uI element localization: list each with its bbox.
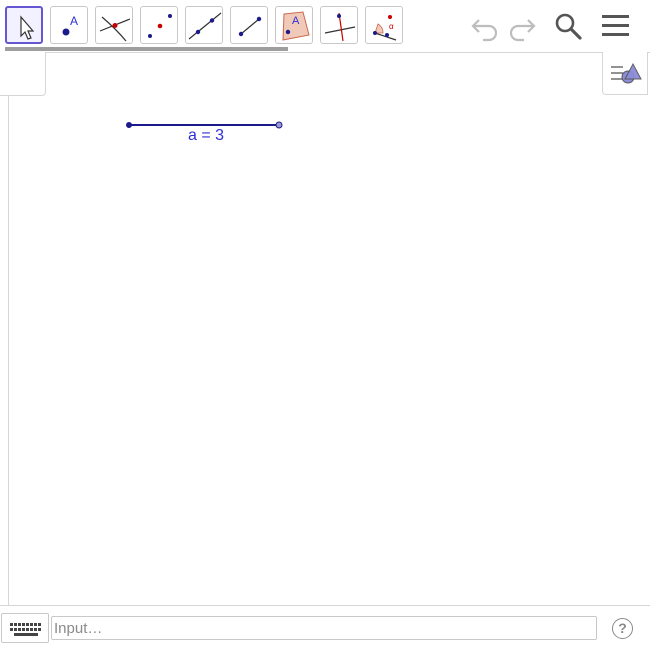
angle-tool-label: α [389,22,394,31]
input-field[interactable] [51,616,597,640]
midpoint-icon [148,14,172,38]
angle-icon: α [373,15,397,41]
midpoint-tool-button[interactable] [140,6,178,44]
intersect-tool-button[interactable] [95,6,133,44]
segment-endpoint-start[interactable] [126,122,132,128]
graphics-view[interactable] [9,53,650,605]
perpendicular-icon [324,12,356,42]
redo-icon [509,19,536,42]
segment-tool-button[interactable] [230,6,268,44]
point-tool-label: A [70,14,78,28]
angle-tool-button[interactable]: α [365,6,403,44]
keyboard-button[interactable] [1,613,49,643]
help-button[interactable]: ? [612,618,633,639]
polygon-tool-label: A [292,15,300,27]
undo-button[interactable] [469,10,501,42]
redo-button[interactable] [506,10,538,42]
search-icon [555,13,582,40]
polygon-icon: A [282,11,310,41]
keyboard-icon [10,623,41,636]
input-bar: ? [0,605,650,651]
main-menu-button[interactable] [600,10,632,42]
intersect-icon [99,16,131,42]
toolbar: A A α [0,0,650,53]
hamburger-menu-icon [602,15,629,36]
polygon-tool-button[interactable]: A [275,6,313,44]
move-arrow-icon [20,15,35,40]
segment-icon [238,16,262,37]
point-icon: A [62,14,78,36]
line-tool-button[interactable] [185,6,223,44]
perpendicular-tool-button[interactable] [320,6,358,44]
segment-endpoint-end[interactable] [275,121,283,129]
line-icon [188,12,222,40]
point-tool-button[interactable]: A [50,6,88,44]
search-button[interactable] [552,10,584,42]
toolbar-scrollbar[interactable] [5,47,288,51]
segment-a-label[interactable]: a = 3 [188,127,224,145]
move-tool-button[interactable] [5,6,43,44]
undo-icon [471,19,498,42]
